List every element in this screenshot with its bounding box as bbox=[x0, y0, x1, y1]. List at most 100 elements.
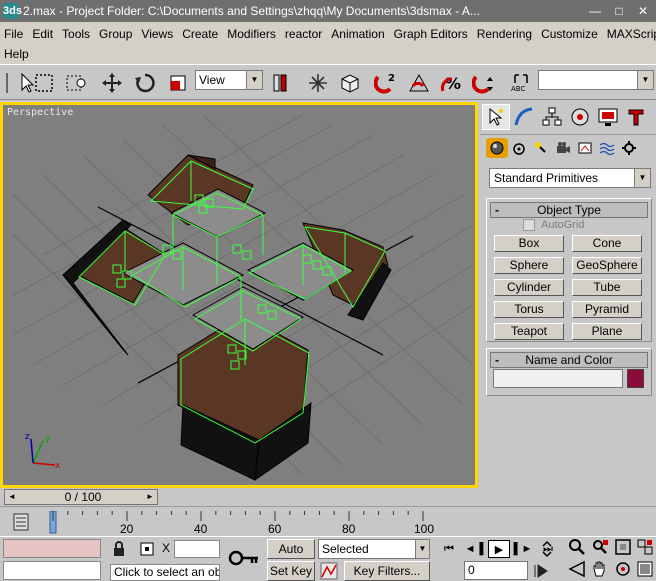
go-to-start-icon[interactable]: ⏮ bbox=[438, 540, 460, 558]
rect-selection-icon[interactable] bbox=[30, 69, 58, 97]
pan-hand-icon[interactable] bbox=[589, 559, 611, 579]
menu-maxscript[interactable]: MAXScript bbox=[607, 27, 656, 41]
key-filters-button[interactable]: Key Filters... bbox=[344, 561, 430, 581]
lock-selection-icon[interactable] bbox=[108, 539, 130, 559]
angle-snap-icon[interactable] bbox=[405, 69, 433, 97]
previous-key-icon[interactable]: ◄▐ bbox=[463, 540, 485, 558]
menu-file[interactable]: File bbox=[4, 27, 23, 41]
display-tab-icon[interactable] bbox=[594, 104, 622, 130]
scale-icon[interactable] bbox=[164, 69, 192, 97]
box-button[interactable]: Box bbox=[494, 235, 564, 252]
motion-tab-icon[interactable] bbox=[566, 104, 594, 130]
close-button[interactable]: ✕ bbox=[632, 2, 654, 20]
cylinder-button[interactable]: Cylinder bbox=[494, 279, 564, 296]
next-key-icon[interactable]: ▌► bbox=[512, 540, 534, 558]
object-type-header[interactable]: - Object Type bbox=[490, 202, 648, 218]
menu-rendering[interactable]: Rendering bbox=[477, 27, 532, 41]
menu-create[interactable]: Create bbox=[182, 27, 218, 41]
hierarchy-tab-icon[interactable] bbox=[538, 104, 566, 130]
maximize-viewport-icon[interactable] bbox=[634, 559, 656, 579]
utilities-tab-icon[interactable] bbox=[622, 104, 650, 130]
menu-modifiers[interactable]: Modifiers bbox=[227, 27, 276, 41]
shapes-icon[interactable] bbox=[508, 138, 530, 158]
rotate-icon[interactable] bbox=[131, 69, 159, 97]
reference-coordinate-value: View bbox=[199, 73, 225, 87]
move-icon[interactable] bbox=[98, 69, 126, 97]
pyramid-button[interactable]: Pyramid bbox=[572, 301, 642, 318]
default-tangent-icon[interactable] bbox=[318, 561, 340, 581]
perspective-viewport[interactable]: x y z Perspective bbox=[3, 105, 475, 485]
minimize-button[interactable]: — bbox=[584, 2, 606, 20]
current-frame-input[interactable]: 0 bbox=[464, 561, 528, 580]
spinner-snap-icon[interactable] bbox=[470, 69, 498, 97]
window-crossing-icon[interactable] bbox=[62, 69, 90, 97]
maximize-button[interactable]: □ bbox=[608, 2, 630, 20]
menu-graph-editors[interactable]: Graph Editors bbox=[394, 27, 468, 41]
menu-help[interactable]: Help bbox=[4, 47, 29, 61]
object-name-input[interactable] bbox=[493, 369, 623, 388]
box-manipulate-icon[interactable] bbox=[336, 69, 364, 97]
arc-rotate-icon[interactable] bbox=[612, 559, 634, 579]
menu-customize[interactable]: Customize bbox=[541, 27, 598, 41]
name-and-color-rollout: - Name and Color bbox=[486, 348, 652, 396]
frame-counter[interactable]: 0 / 100 bbox=[23, 490, 143, 504]
zoom-icon[interactable] bbox=[566, 537, 588, 557]
menu-tools[interactable]: Tools bbox=[62, 27, 90, 41]
key-mode-toggle-icon[interactable] bbox=[530, 561, 552, 581]
key-mode-select[interactable]: Selected ▼ bbox=[318, 539, 430, 559]
named-selection-set-select[interactable]: ▼ bbox=[538, 70, 654, 90]
name-and-color-header[interactable]: - Name and Color bbox=[490, 352, 648, 368]
reference-coordinate-select[interactable]: View ▼ bbox=[195, 70, 263, 90]
sphere-button[interactable]: Sphere bbox=[494, 257, 564, 274]
cone-button[interactable]: Cone bbox=[572, 235, 642, 252]
plane-button[interactable]: Plane bbox=[572, 323, 642, 340]
autogrid-checkbox[interactable]: AutoGrid bbox=[523, 219, 584, 231]
helpers-icon[interactable] bbox=[574, 138, 596, 158]
pivot-center-icon[interactable] bbox=[266, 69, 294, 97]
teapot-button[interactable]: Teapot bbox=[494, 323, 564, 340]
auto-key-button[interactable]: Auto Key bbox=[267, 539, 315, 574]
x-coordinate-input[interactable] bbox=[174, 540, 220, 558]
systems-icon[interactable] bbox=[618, 138, 640, 158]
percent-snap-icon[interactable]: % bbox=[438, 69, 466, 97]
menu-views[interactable]: Views bbox=[141, 27, 173, 41]
lights-icon[interactable] bbox=[530, 138, 552, 158]
viewport-label[interactable]: Perspective bbox=[7, 107, 73, 118]
set-key-button[interactable]: Set Key bbox=[267, 561, 315, 581]
menu-group[interactable]: Group bbox=[99, 27, 132, 41]
previous-frame-icon[interactable]: ◄ bbox=[5, 490, 19, 504]
next-frame-icon[interactable]: ► bbox=[143, 490, 157, 504]
curve-editor-icon[interactable] bbox=[8, 512, 36, 532]
menu-edit[interactable]: Edit bbox=[32, 27, 53, 41]
field-of-view-icon[interactable] bbox=[566, 559, 588, 579]
absolute-mode-icon[interactable] bbox=[136, 539, 158, 559]
cameras-icon[interactable] bbox=[552, 138, 574, 158]
window-title: 2.max - Project Folder: C:\Documents and… bbox=[23, 4, 480, 18]
set-key-mode-icon[interactable] bbox=[226, 545, 262, 571]
select-and-link-icon[interactable] bbox=[304, 69, 332, 97]
tube-button[interactable]: Tube bbox=[572, 279, 642, 296]
create-tab-icon[interactable] bbox=[482, 104, 510, 130]
object-category-select[interactable]: Standard Primitives ▼ bbox=[489, 168, 651, 188]
menu-animation[interactable]: Animation bbox=[331, 27, 384, 41]
snap-toggle-icon[interactable]: 2 bbox=[372, 69, 400, 97]
geosphere-button[interactable]: GeoSphere bbox=[572, 257, 642, 274]
geometry-icon[interactable] bbox=[486, 138, 508, 158]
space-warps-icon[interactable] bbox=[596, 138, 618, 158]
menu-reactor[interactable]: reactor bbox=[285, 27, 322, 41]
zoom-extents-icon[interactable] bbox=[612, 537, 634, 557]
time-slider-track[interactable]: ◄ 0 / 100 ► bbox=[4, 489, 158, 505]
object-color-swatch[interactable] bbox=[627, 369, 644, 388]
zoom-extents-all-icon[interactable] bbox=[634, 537, 656, 557]
zoom-all-icon[interactable] bbox=[589, 537, 611, 557]
maxscript-listener-field[interactable] bbox=[3, 539, 101, 558]
torus-button[interactable]: Torus bbox=[494, 301, 564, 318]
command-panel-tabs bbox=[480, 102, 656, 130]
tick-label: 60 bbox=[268, 522, 282, 535]
play-icon[interactable]: ▶ bbox=[488, 540, 510, 558]
edit-named-selections-icon[interactable]: ABC bbox=[507, 69, 535, 97]
time-configuration-icon[interactable] bbox=[540, 539, 554, 559]
modify-tab-icon[interactable] bbox=[510, 104, 538, 130]
frame-ruler[interactable]: 20 40 60 80 100 bbox=[44, 511, 652, 535]
maxscript-input-field[interactable] bbox=[3, 561, 101, 580]
